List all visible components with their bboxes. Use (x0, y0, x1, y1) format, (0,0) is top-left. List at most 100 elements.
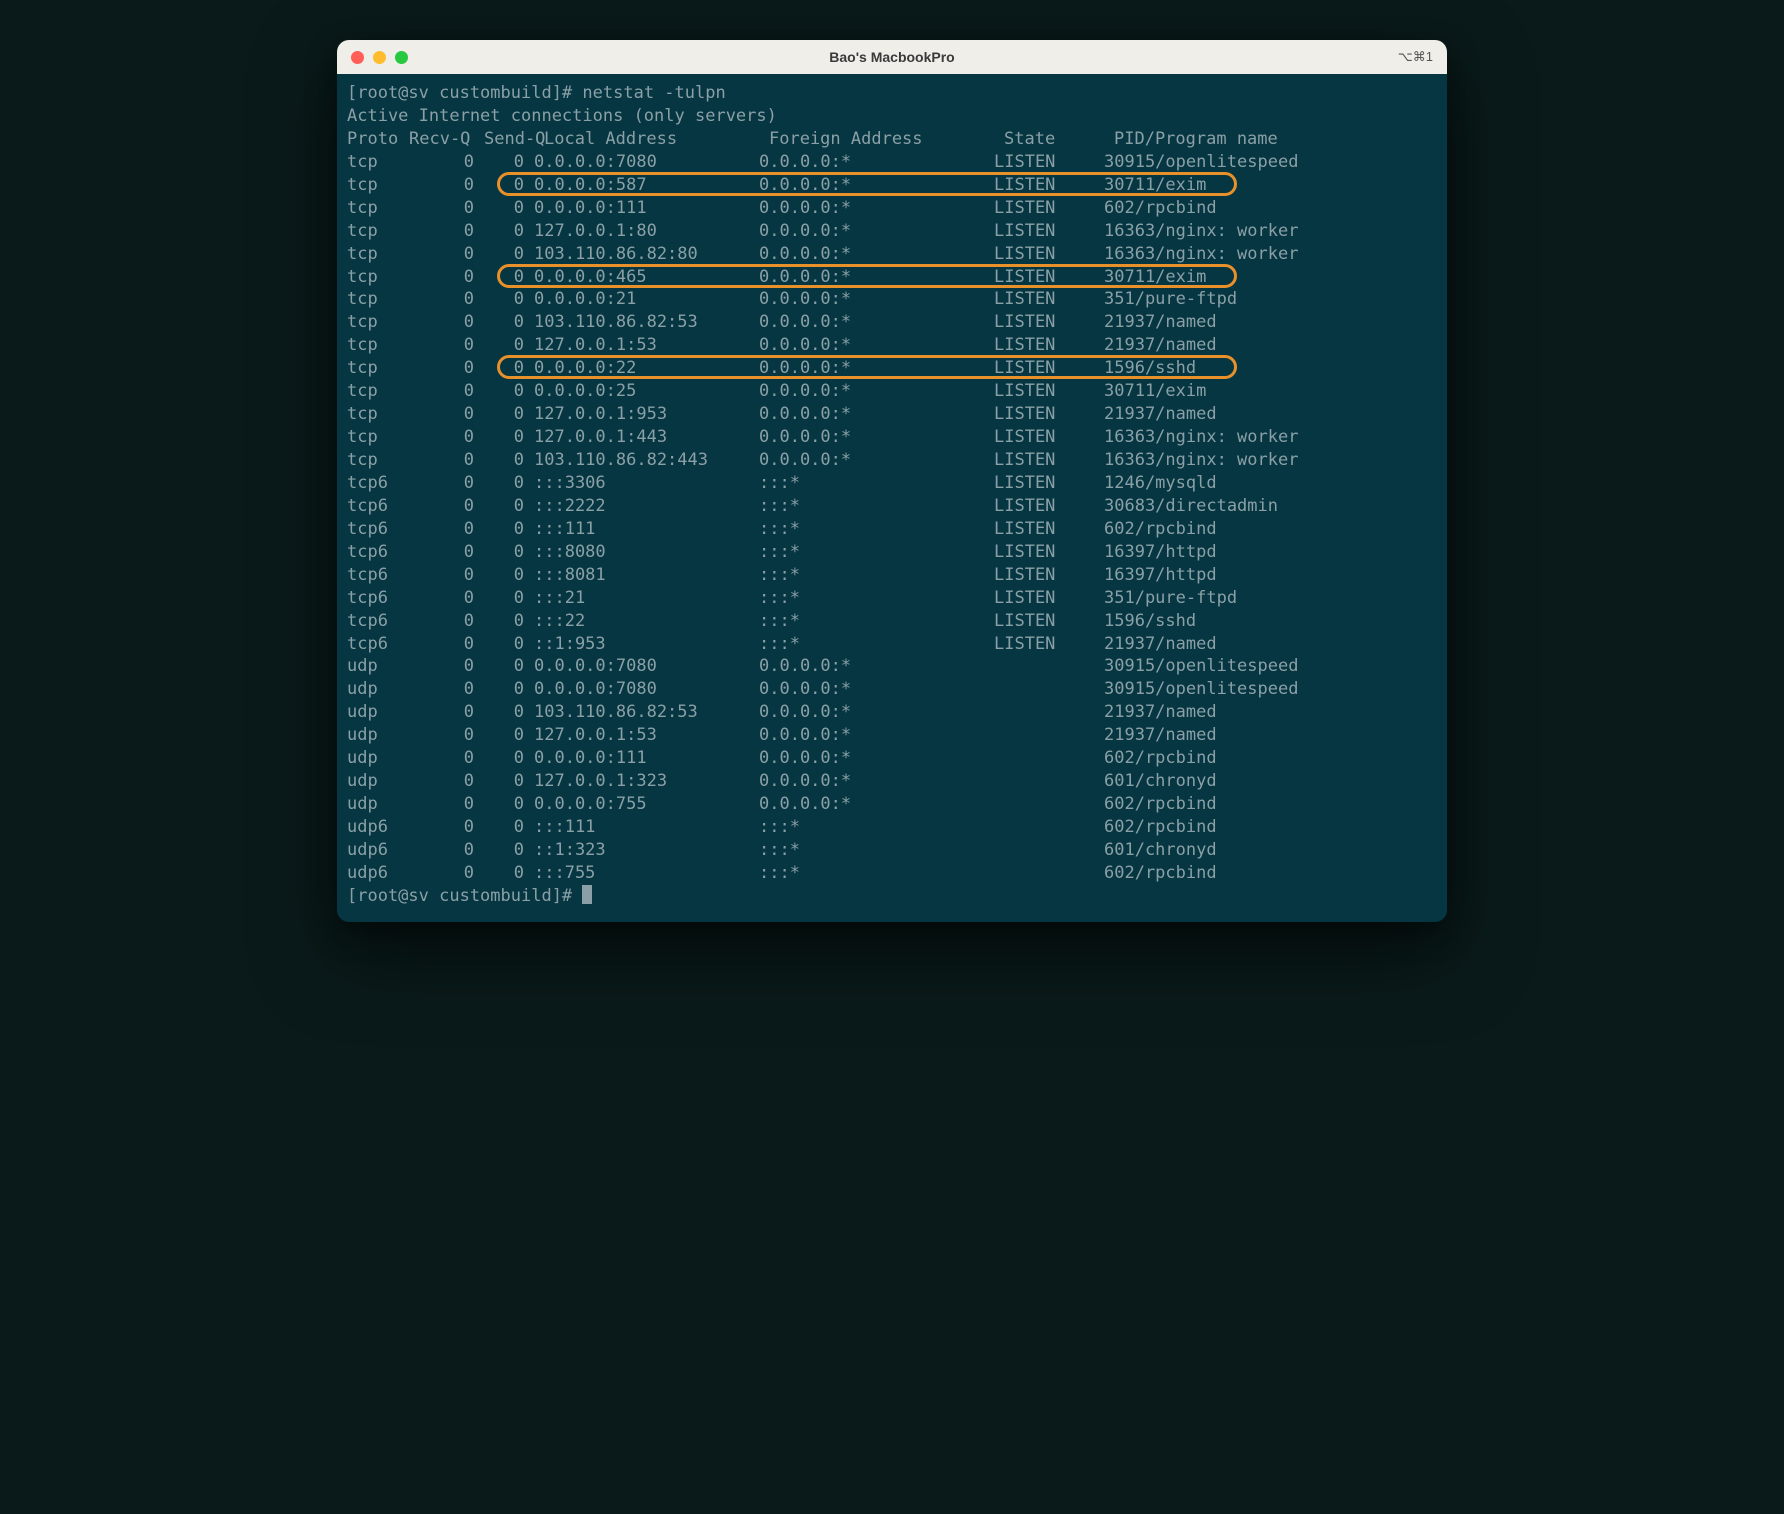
cell-local: 0.0.0.0:25 (534, 380, 759, 403)
cell-local: ::1:953 (534, 633, 759, 656)
cell-foreign: 0.0.0.0:* (759, 701, 994, 724)
cell-sendq: 0 (494, 839, 534, 862)
cell-sendq: 0 (494, 197, 534, 220)
cell-local: :::2222 (534, 495, 759, 518)
cell-recvq: 0 (409, 793, 494, 816)
cell-pid: 16363/nginx: worker (1104, 449, 1437, 472)
table-row: udp00127.0.0.1:3230.0.0.0:*601/chronyd (347, 770, 1437, 793)
table-row: udp000.0.0.0:1110.0.0.0:*602/rpcbind (347, 747, 1437, 770)
cell-local: :::8081 (534, 564, 759, 587)
cell-state: LISTEN (994, 220, 1104, 243)
cell-recvq: 0 (409, 357, 494, 380)
cell-state (994, 862, 1104, 885)
cell-recvq: 0 (409, 518, 494, 541)
cell-recvq: 0 (409, 334, 494, 357)
table-row: tcp600:::2222:::*LISTEN30683/directadmin (347, 495, 1437, 518)
cell-state: LISTEN (994, 518, 1104, 541)
cell-foreign: 0.0.0.0:* (759, 357, 994, 380)
prompt-prefix: [root@sv custombuild]# (347, 82, 582, 105)
cell-sendq: 0 (494, 564, 534, 587)
cell-recvq: 0 (409, 266, 494, 289)
cell-recvq: 0 (409, 770, 494, 793)
command-text: netstat -tulpn (582, 82, 725, 105)
cell-pid: 21937/named (1104, 311, 1437, 334)
cell-proto: udp (347, 724, 409, 747)
cell-proto: tcp6 (347, 564, 409, 587)
cell-proto: tcp (347, 266, 409, 289)
cell-foreign: 0.0.0.0:* (759, 747, 994, 770)
cell-proto: tcp (347, 357, 409, 380)
table-row: tcp000.0.0.0:220.0.0.0:*LISTEN1596/sshd (347, 357, 1437, 380)
cell-state: LISTEN (994, 243, 1104, 266)
cell-state (994, 724, 1104, 747)
cell-recvq: 0 (409, 220, 494, 243)
cell-state: LISTEN (994, 288, 1104, 311)
cell-pid: 16397/httpd (1104, 541, 1437, 564)
cell-foreign: :::* (759, 862, 994, 885)
cell-local: 0.0.0.0:7080 (534, 678, 759, 701)
cell-foreign: 0.0.0.0:* (759, 724, 994, 747)
cell-proto: udp (347, 655, 409, 678)
cell-proto: udp6 (347, 839, 409, 862)
cell-foreign: 0.0.0.0:* (759, 266, 994, 289)
table-header: Proto Recv-Q Send-Q Local Address Foreig… (347, 128, 1437, 151)
cell-recvq: 0 (409, 610, 494, 633)
cell-state (994, 839, 1104, 862)
cell-recvq: 0 (409, 495, 494, 518)
cell-proto: tcp6 (347, 518, 409, 541)
cell-proto: udp (347, 747, 409, 770)
cell-foreign: :::* (759, 633, 994, 656)
cell-recvq: 0 (409, 449, 494, 472)
cell-local: 127.0.0.1:80 (534, 220, 759, 243)
cell-state: LISTEN (994, 495, 1104, 518)
cell-recvq: 0 (409, 839, 494, 862)
cell-recvq: 0 (409, 747, 494, 770)
cell-local: :::8080 (534, 541, 759, 564)
cell-local: :::3306 (534, 472, 759, 495)
cell-state: LISTEN (994, 564, 1104, 587)
prompt-line: [root@sv custombuild]# netstat -tulpn (347, 82, 1437, 105)
cell-sendq: 0 (494, 174, 534, 197)
cell-local: 0.0.0.0:7080 (534, 151, 759, 174)
cell-recvq: 0 (409, 678, 494, 701)
cell-recvq: 0 (409, 403, 494, 426)
cell-foreign: :::* (759, 839, 994, 862)
cell-pid: 601/chronyd (1104, 770, 1437, 793)
cell-local: 0.0.0.0:755 (534, 793, 759, 816)
cell-recvq: 0 (409, 311, 494, 334)
cell-proto: tcp (347, 311, 409, 334)
cell-local: :::22 (534, 610, 759, 633)
cell-pid: 21937/named (1104, 403, 1437, 426)
cell-foreign: 0.0.0.0:* (759, 243, 994, 266)
cell-foreign: :::* (759, 541, 994, 564)
cell-pid: 1596/sshd (1104, 610, 1437, 633)
cell-pid: 21937/named (1104, 334, 1437, 357)
cell-sendq: 0 (494, 587, 534, 610)
cell-pid: 602/rpcbind (1104, 793, 1437, 816)
cell-foreign: 0.0.0.0:* (759, 403, 994, 426)
cell-sendq: 0 (494, 724, 534, 747)
cell-sendq: 0 (494, 380, 534, 403)
cell-local: 103.110.86.82:53 (534, 311, 759, 334)
cell-sendq: 0 (494, 678, 534, 701)
output-subtitle: Active Internet connections (only server… (347, 105, 1437, 128)
cell-sendq: 0 (494, 541, 534, 564)
table-row: tcp600:::111:::*LISTEN602/rpcbind (347, 518, 1437, 541)
cell-sendq: 0 (494, 311, 534, 334)
terminal-body[interactable]: [root@sv custombuild]# netstat -tulpn Ac… (337, 74, 1447, 922)
cell-local: 127.0.0.1:443 (534, 426, 759, 449)
cell-sendq: 0 (494, 243, 534, 266)
maximize-icon[interactable] (395, 51, 408, 64)
cell-recvq: 0 (409, 426, 494, 449)
close-icon[interactable] (351, 51, 364, 64)
cell-foreign: 0.0.0.0:* (759, 197, 994, 220)
cell-local: :::21 (534, 587, 759, 610)
traffic-lights (351, 51, 408, 64)
minimize-icon[interactable] (373, 51, 386, 64)
cell-pid: 16363/nginx: worker (1104, 426, 1437, 449)
cell-sendq: 0 (494, 472, 534, 495)
table-row: udp600:::755:::*602/rpcbind (347, 862, 1437, 885)
cell-state: LISTEN (994, 357, 1104, 380)
cell-state: LISTEN (994, 174, 1104, 197)
cell-proto: tcp6 (347, 495, 409, 518)
